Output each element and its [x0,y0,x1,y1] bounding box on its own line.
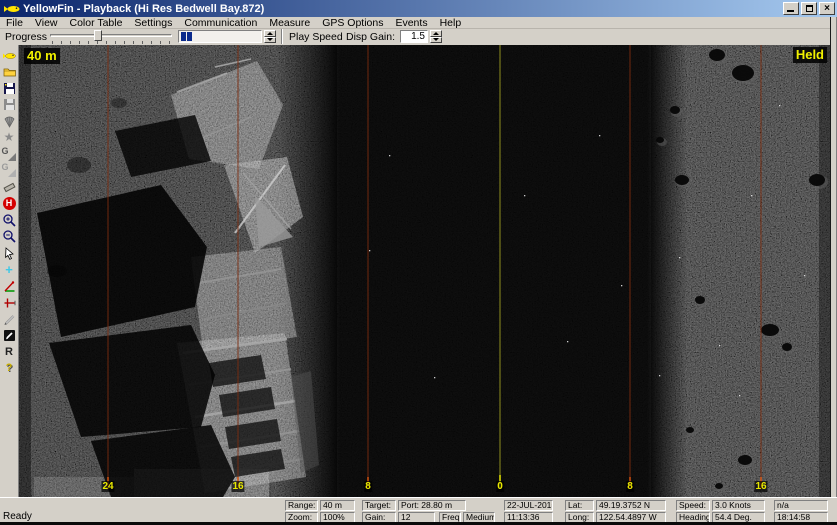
angle-measure-icon[interactable] [1,278,18,294]
lat-label: Lat: [565,500,594,511]
scroll-thumb-block [187,32,192,41]
sonar-image [19,45,830,497]
sonar-display[interactable]: 40 m Held 24 16 8 0 8 16 [19,45,830,497]
close-button[interactable]: × [819,2,835,15]
menu-view[interactable]: View [29,17,64,29]
gain-decrease-icon[interactable]: G [1,163,18,179]
disp-gain-spinner[interactable] [430,30,442,43]
toolbar-separator [281,29,283,44]
app-window: YellowFin - Playback (Hi Res Bedwell Bay… [0,0,837,525]
progress-label: Progress [5,31,47,43]
track-marker-icon[interactable] [1,295,18,311]
lat-value: 49.19.3752 N [596,500,666,511]
zoom-in-icon[interactable] [1,212,18,228]
play-speed-scrollbar[interactable] [178,30,262,43]
shell-icon[interactable] [1,113,18,129]
progress-slider[interactable] [50,30,172,44]
menu-settings[interactable]: Settings [128,17,178,29]
disp-gain-input[interactable]: 1.5 [400,30,428,43]
window-title: YellowFin - Playback (Hi Res Bedwell Bay… [21,3,783,15]
zoom-out-icon[interactable] [1,229,18,245]
slider-thumb[interactable] [94,30,102,41]
menu-gps-options[interactable]: GPS Options [316,17,389,29]
na-value: n/a [774,500,828,511]
spin-down-icon[interactable] [430,37,442,44]
status-bar: Ready Range: 40 m Target: Port: 28.80 m … [0,497,837,522]
minimize-button[interactable] [783,2,799,15]
range-value: 40 m [320,500,355,511]
record-icon[interactable]: R [1,344,18,360]
disp-gain-label: Disp Gain: [346,31,395,43]
save-alt-icon[interactable] [1,97,18,113]
menu-help[interactable]: Help [434,17,468,29]
crosshair-icon[interactable]: + [1,262,18,278]
date-value: 22-JUL-2015 [504,500,553,511]
target-label: Target: [362,500,396,511]
open-folder-icon[interactable] [1,64,18,80]
save-icon[interactable] [1,80,18,96]
fish-icon[interactable] [1,47,18,63]
slider-groove [50,34,172,37]
eraser-icon[interactable] [1,179,18,195]
menu-color-table[interactable]: Color Table [64,17,129,29]
restore-button[interactable] [801,2,817,15]
note-icon[interactable] [1,328,18,344]
hold-icon[interactable]: H [1,196,18,212]
menu-bar: File View Color Table Settings Communica… [0,17,837,29]
menu-file[interactable]: File [0,17,29,29]
menu-measure[interactable]: Measure [263,17,316,29]
pencil-icon[interactable] [1,311,18,327]
target-value: Port: 28.80 m [398,500,466,511]
scroll-thumb-block [181,32,186,41]
title-bar: YellowFin - Playback (Hi Res Bedwell Bay… [0,0,837,17]
cursor-icon[interactable] [1,245,18,261]
play-speed-label: Play Speed [289,31,343,43]
speed-value: 3.0 Knots [712,500,765,511]
range-label: Range: [285,500,318,511]
app-fish-icon [3,3,21,15]
gain-increase-icon[interactable]: G [1,146,18,162]
spin-down-icon[interactable] [264,37,276,44]
play-speed-spinner[interactable] [264,30,276,43]
slider-ticks [52,41,170,44]
star-icon[interactable]: ★ [1,130,18,146]
side-toolbar: ★ G G H + R ? [0,45,19,497]
menu-events[interactable]: Events [389,17,433,29]
speed-label: Speed: [676,500,710,511]
toolbar: Progress Play Speed Disp Gain: 1.5 [0,29,837,45]
ready-status: Ready [3,511,32,522]
menu-communication[interactable]: Communication [178,17,263,29]
help-icon[interactable]: ? [1,361,18,377]
window-right-frame [830,17,837,522]
